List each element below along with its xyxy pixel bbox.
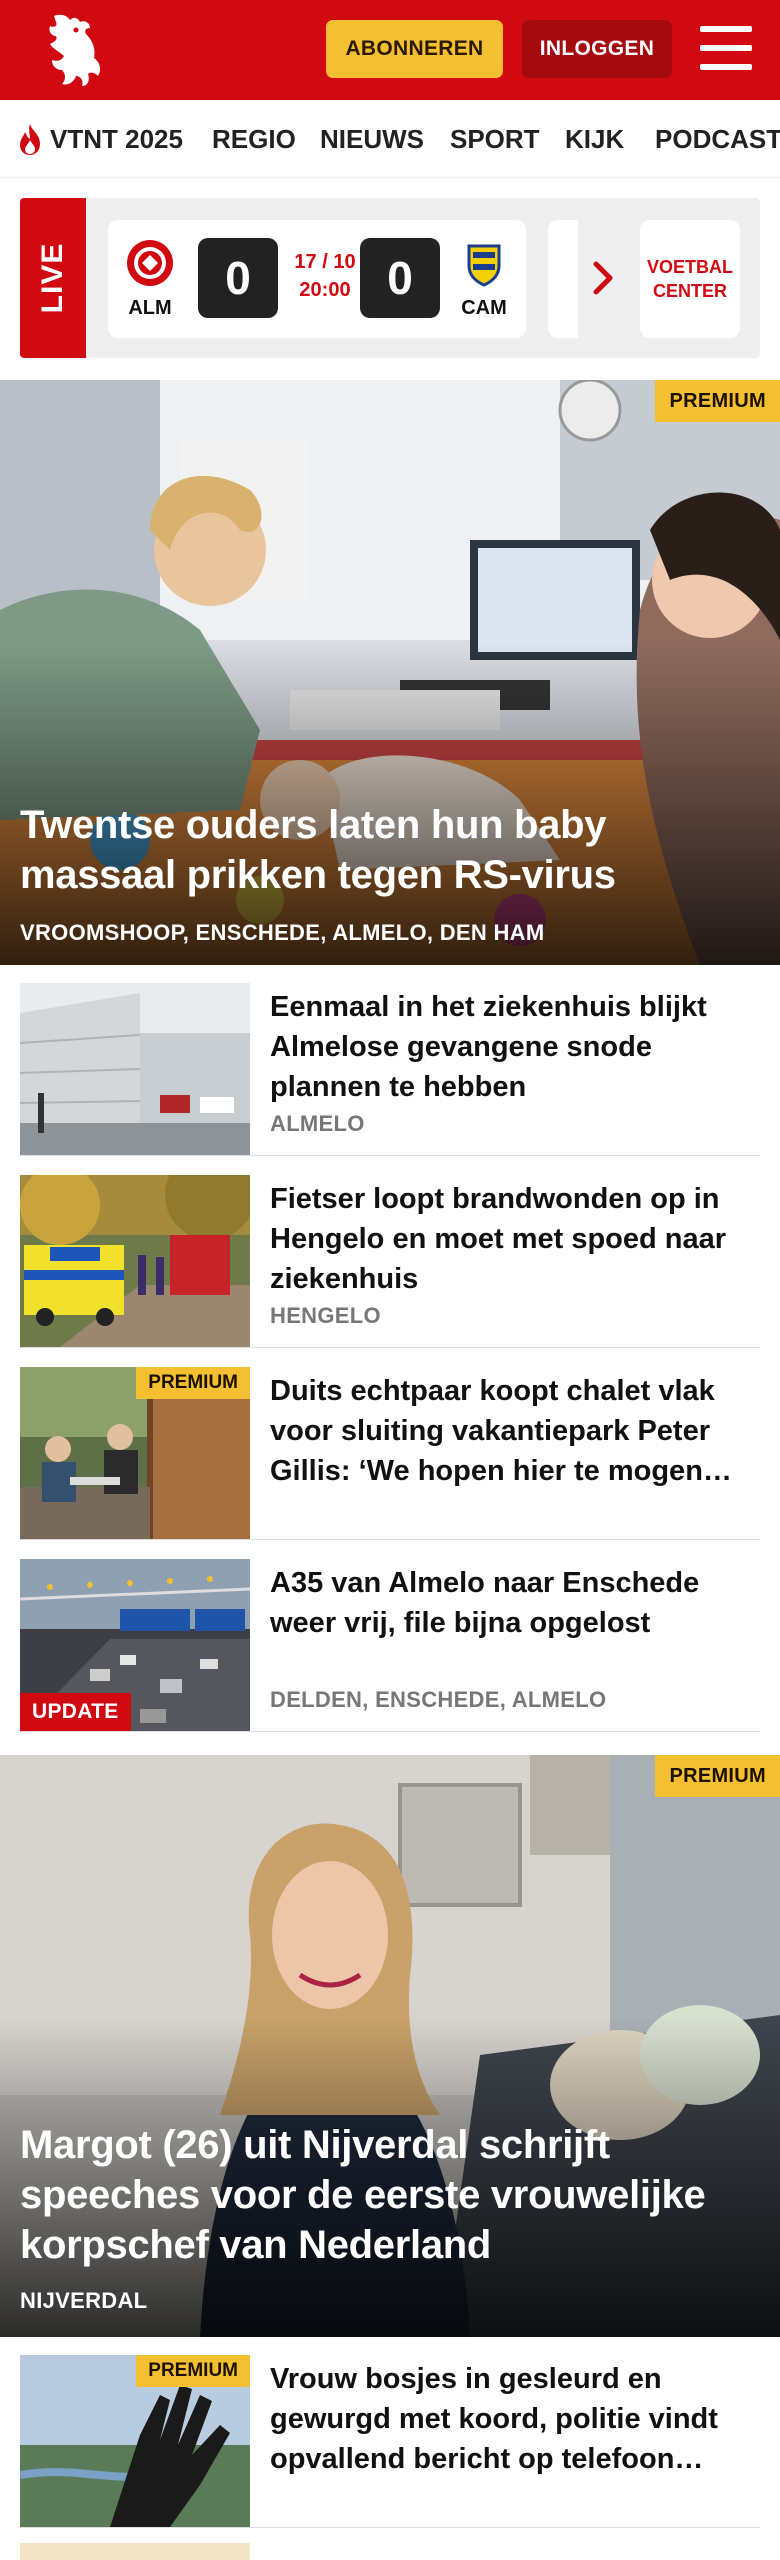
horse-logo-icon[interactable] [40,10,106,90]
subscribe-button[interactable]: ABONNEREN [326,20,503,78]
list-item[interactable]: UPDATE A35 van Almelo naar Enschede weer… [20,1541,760,1733]
divider [20,1347,760,1348]
match-card[interactable]: ALM 0 17 / 10 20:00 0 CAM [108,220,526,338]
divider [20,2527,760,2528]
nav-item-podcast[interactable]: PODCAST [655,124,780,155]
hero-location: NIJVERDAL [20,2288,148,2313]
login-button[interactable]: INLOGGEN [522,20,672,78]
nav-item-kijk[interactable]: KIJK [565,124,624,155]
away-score: 0 [360,238,440,318]
thumbnail-chalet: PREMIUM [20,1367,250,1539]
hero-article-1[interactable]: PREMIUM Twentse ouders laten hun baby ma… [0,380,780,965]
flame-icon [20,124,40,155]
list-item[interactable]: PREMIUM Duits echtpaar koopt chalet vlak… [20,1349,760,1541]
thumbnail-ambulance [20,1175,250,1347]
home-club-code: ALM [128,297,172,319]
premium-badge: PREMIUM [136,1367,250,1399]
next-match-card[interactable] [548,220,578,338]
nav-item-sport[interactable]: SPORT [450,124,540,155]
list-item-partial[interactable] [20,2529,760,2560]
divider [20,1539,760,1540]
article-title[interactable]: Vrouw bosjes in gesleurd en gewurgd met … [270,2359,750,2479]
almere-badge-icon [127,240,173,286]
home-score: 0 [198,238,278,318]
divider [20,1155,760,1156]
live-label: LIVE [36,242,69,314]
home-club: ALM [120,238,180,320]
nav-item-regio[interactable]: REGIO [212,124,296,155]
thumbnail-hand-landscape: PREMIUM [20,2355,250,2527]
chevron-right-icon[interactable] [590,260,618,296]
hero-title[interactable]: Margot (26) uit Nijverdal schrijft speec… [20,2120,750,2270]
cambuur-badge-icon [467,244,501,287]
menu-icon[interactable] [700,26,752,70]
thumbnail-prison [20,983,250,1155]
live-tag: LIVE [20,198,86,358]
match-date: 17 / 10 [294,251,356,273]
premium-badge: PREMIUM [136,2355,250,2387]
hero-location: VROOMSHOOP, ENSCHEDE, ALMELO, DEN HAM [20,920,545,945]
premium-badge: PREMIUM [655,380,780,422]
hero-title[interactable]: Twentse ouders laten hun baby massaal pr… [20,800,750,900]
away-club-code: CAM [461,297,507,319]
live-scores-bar: LIVE ALM 0 17 / 10 20:00 0 CAM VOETBAL C… [20,198,760,358]
list-item[interactable]: PREMIUM Vrouw bosjes in gesleurd en gewu… [20,2337,760,2529]
hero-article-2[interactable]: PREMIUM Margot (26) uit Nijverdal schrij… [0,1755,780,2337]
away-club: CAM [454,238,514,320]
voetbal-center-button[interactable]: VOETBAL CENTER [640,220,740,338]
update-badge: UPDATE [20,1693,131,1731]
article-location: HENGELO [270,1303,381,1328]
match-datetime: 17 / 10 20:00 [290,248,360,304]
match-time: 20:00 [299,279,351,301]
thumbnail-partial [20,2543,250,2560]
list-item[interactable]: Eenmaal in het ziekenhuis blijkt Almelos… [20,965,760,1157]
article-title[interactable]: Eenmaal in het ziekenhuis blijkt Almelos… [270,987,750,1107]
nav-item-nieuws[interactable]: NIEUWS [320,124,424,155]
article-title[interactable]: Fietser loopt brandwonden op in Hengelo … [270,1179,750,1299]
article-location: ALMELO [270,1111,365,1136]
thumbnail-highway: UPDATE [20,1559,250,1731]
article-title[interactable]: A35 van Almelo naar Enschede weer vrij, … [270,1563,750,1643]
list-item[interactable]: Fietser loopt brandwonden op in Hengelo … [20,1157,760,1349]
top-header: ABONNEREN INLOGGEN [0,0,780,100]
article-title[interactable]: Duits echtpaar koopt chalet vlak voor sl… [270,1371,750,1491]
article-location: DELDEN, ENSCHEDE, ALMELO [270,1687,607,1712]
divider [20,1731,760,1732]
premium-badge: PREMIUM [655,1755,780,1797]
nav-item-vtnt[interactable]: VTNT 2025 [50,124,183,155]
main-nav: VTNT 2025 REGIO NIEUWS SPORT KIJK PODCAS… [0,100,780,178]
